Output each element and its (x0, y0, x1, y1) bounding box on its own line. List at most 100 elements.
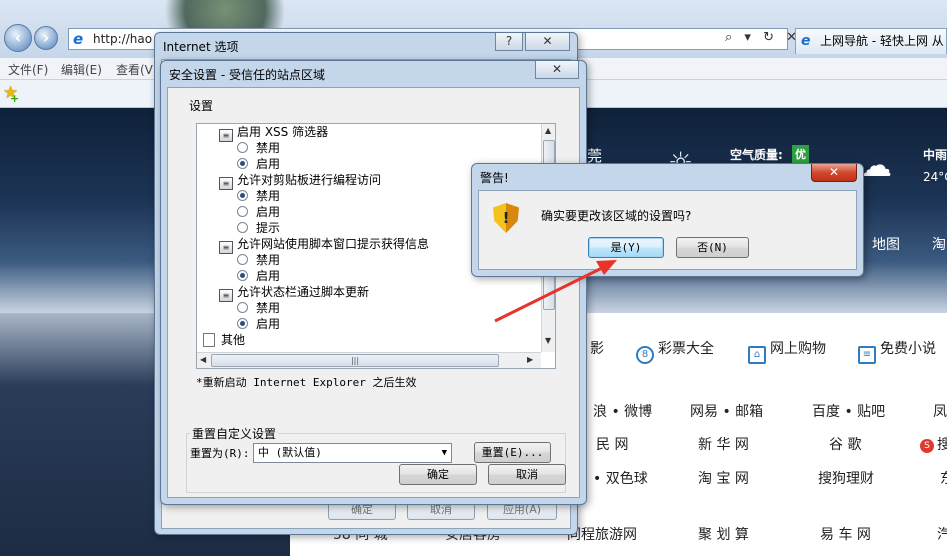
category-novel[interactable]: ≡ 免费小说 (858, 338, 936, 364)
warning-close-button[interactable]: ✕ (811, 164, 857, 182)
link-people[interactable]: 民 网 (596, 434, 628, 454)
radio-checked-icon[interactable] (237, 158, 248, 169)
link-auto[interactable]: 汽 (937, 524, 947, 544)
radio-checked-icon[interactable] (237, 318, 248, 329)
setting-label: 禁用 (256, 253, 281, 267)
scroll-left-arrow-icon[interactable]: ◀ (200, 355, 206, 364)
radio-checked-icon[interactable] (237, 270, 248, 281)
setting-label: 启用 (256, 317, 281, 331)
link-xinhua[interactable]: 新 华 网 (698, 434, 749, 454)
reset-group-label: 重置自定义设置 (190, 425, 279, 442)
setting-radio-option[interactable]: 禁用 (237, 140, 280, 156)
back-button[interactable]: ‹ (4, 24, 32, 52)
address-tools-icons[interactable]: ⌕ ▾ ↻ ✕ (725, 30, 801, 45)
setting-radio-option[interactable]: 启用 (237, 204, 280, 220)
menu-view[interactable]: 查看(V (116, 61, 153, 78)
warning-message: 确实要更改该区域的设置吗? (541, 209, 692, 223)
setting-label: 禁用 (256, 189, 281, 203)
no-button[interactable]: 否(N) (676, 237, 749, 258)
setting-gear-icon: ≡ (219, 289, 233, 302)
reset-level-select[interactable]: 中 (默认值) ▼ (253, 443, 452, 463)
radio-unchecked-icon[interactable] (237, 142, 248, 153)
setting-group: ≡ 允许对剪贴板进行编程访问 (219, 172, 381, 190)
security-settings-title: 安全设置 - 受信任的站点区域 (169, 68, 325, 82)
document-icon (203, 333, 215, 347)
menu-edit[interactable]: 编辑(E) (61, 61, 102, 78)
link-163-mail[interactable]: 网易 • 邮箱 (690, 401, 763, 421)
setting-group: ≡ 允许状态栏通过脚本更新 (219, 284, 369, 302)
category-shopping[interactable]: ⌂ 网上购物 (748, 338, 826, 364)
weather-rain-cloud-icon: ☁ (860, 146, 892, 184)
link-sohu[interactable]: S搜 (920, 434, 947, 454)
reset-level-value: 中 (默认值) (258, 446, 322, 459)
scroll-up-arrow-icon[interactable]: ▲ (545, 126, 551, 135)
horizontal-scrollbar[interactable]: ◀ ||| ▶ (197, 352, 541, 368)
nav-more-link[interactable]: 淘 (932, 234, 946, 254)
link-sogou-finance[interactable]: 搜狗理财 (818, 468, 874, 488)
shield-warning-icon: ! (493, 203, 519, 233)
scroll-right-arrow-icon[interactable]: ▶ (527, 355, 533, 364)
browser-tab[interactable]: e 上网导航 - 轻快上网 从 (795, 28, 947, 54)
horizontal-scroll-thumb[interactable]: ||| (211, 354, 499, 367)
setting-label: 其他 (221, 333, 246, 347)
link-ifeng[interactable]: 凤 (933, 401, 947, 421)
link-weibo[interactable]: 浪 • 微博 (593, 401, 652, 421)
link-taobao[interactable]: 淘 宝 网 (698, 468, 749, 488)
lottery-8-icon: 8 (636, 346, 654, 364)
setting-radio-option[interactable]: 禁用 (237, 252, 280, 268)
internet-options-title: Internet 选项 (163, 40, 239, 54)
warning-body: ! 确实要更改该区域的设置吗? 是(Y) 否(N) (478, 190, 857, 270)
warning-title: 警告! (480, 171, 509, 185)
internet-options-close-button[interactable]: ✕ (525, 33, 570, 51)
setting-radio-option[interactable]: 启用 (237, 156, 280, 172)
security-settings-dialog: 安全设置 - 受信任的站点区域 ✕ 设置 ≡ 启用 XSS 筛选器 禁用 启用 ≡ 允许对… (160, 60, 587, 505)
air-quality-label: 空气质量: (730, 148, 783, 162)
radio-unchecked-icon[interactable] (237, 222, 248, 233)
ie-page-icon: e (73, 30, 84, 48)
setting-radio-option[interactable]: 启用 (237, 268, 280, 284)
security-cancel-button[interactable]: 取消 (488, 464, 566, 485)
setting-group: ≡ 启用 XSS 筛选器 (219, 124, 328, 142)
security-ok-button[interactable]: 确定 (399, 464, 477, 485)
sohu-badge-icon: S (920, 439, 934, 453)
security-settings-body: 设置 ≡ 启用 XSS 筛选器 禁用 启用 ≡ 允许对剪贴板进行编程访问 禁用 启用 提示 ≡ 允许… (167, 87, 580, 498)
nav-map-link[interactable]: 地图 (872, 234, 900, 254)
setting-label: 启用 (256, 157, 281, 171)
link-google[interactable]: 谷 歌 (829, 434, 861, 454)
setting-radio-option[interactable]: 禁用 (237, 188, 280, 204)
ie-tab-icon: e (801, 33, 811, 49)
link-juhuasuan[interactable]: 聚 划 算 (698, 524, 749, 544)
setting-label: 启用 (256, 269, 281, 283)
category-movie[interactable]: 影 (590, 338, 604, 358)
setting-radio-option[interactable]: 启用 (237, 316, 280, 332)
radio-unchecked-icon[interactable] (237, 254, 248, 265)
help-button[interactable]: ? (495, 33, 523, 51)
menu-file[interactable]: 文件(F) (8, 61, 48, 78)
weather-condition: 中雨 (923, 148, 947, 162)
address-text: http://hao (93, 32, 153, 46)
restart-note: *重新启动 Internet Explorer 之后生效 (196, 376, 417, 389)
link-yiche[interactable]: 易 车 网 (820, 524, 871, 544)
radio-unchecked-icon[interactable] (237, 302, 248, 313)
security-close-button[interactable]: ✕ (535, 61, 579, 79)
forward-button[interactable]: › (34, 26, 58, 50)
radio-checked-icon[interactable] (237, 190, 248, 201)
air-quality-badge: 优 (792, 145, 809, 163)
setting-gear-icon: ≡ (219, 129, 233, 142)
reset-to-label: 重置为(R): (190, 447, 250, 460)
tab-title: 上网导航 - 轻快上网 从 (820, 34, 944, 48)
category-lottery[interactable]: 8 彩票大全 (636, 338, 714, 364)
setting-label: 允许网站使用脚本窗口提示获得信息 (237, 237, 430, 251)
yes-button[interactable]: 是(Y) (588, 237, 664, 258)
link-lottery-ssq[interactable]: • 双色球 (593, 468, 648, 488)
scroll-down-arrow-icon[interactable]: ▼ (545, 336, 551, 345)
link-jd[interactable]: 东 (940, 468, 947, 488)
setting-radio-option[interactable]: 提示 (237, 220, 280, 236)
setting-gear-icon: ≡ (219, 241, 233, 254)
radio-unchecked-icon[interactable] (237, 206, 248, 217)
setting-radio-option[interactable]: 禁用 (237, 300, 280, 316)
reset-button[interactable]: 重置(E)... (474, 442, 551, 463)
setting-label: 启用 (256, 205, 281, 219)
setting-category: 其他 (203, 332, 245, 348)
link-baidu-tieba[interactable]: 百度 • 贴吧 (812, 401, 885, 421)
